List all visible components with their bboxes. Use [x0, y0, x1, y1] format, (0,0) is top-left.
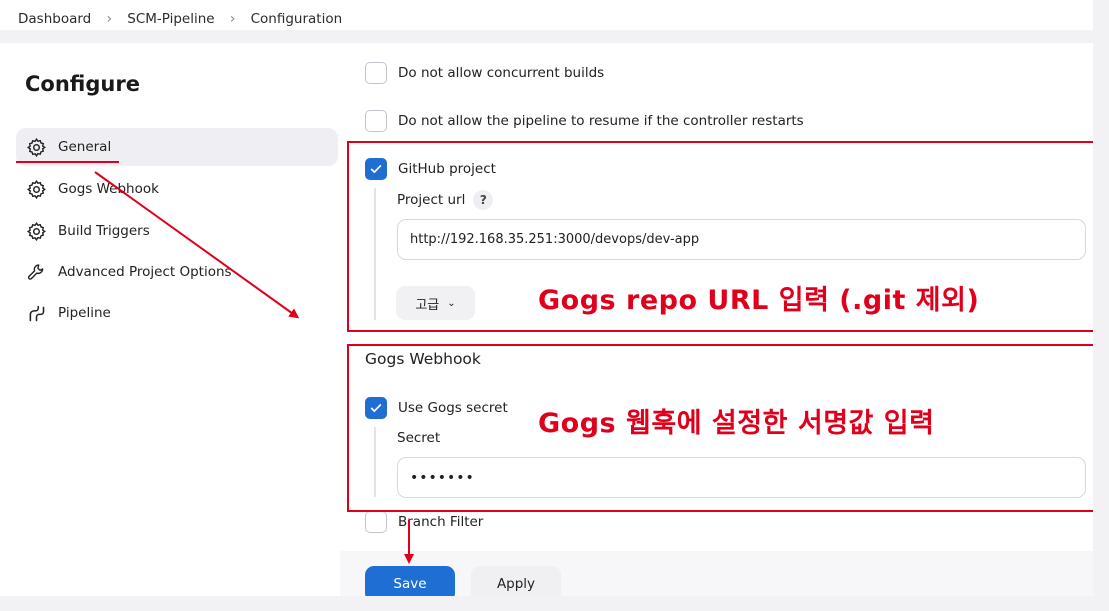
- pipeline-icon: [25, 302, 47, 324]
- header-divider: [0, 30, 1093, 43]
- breadcrumb-scm-pipeline[interactable]: SCM-Pipeline: [127, 11, 214, 27]
- apply-button[interactable]: Apply: [471, 566, 561, 596]
- breadcrumb-chevron-icon: ›: [229, 11, 236, 27]
- sidebar-item-label: Build Triggers: [58, 223, 150, 239]
- no-resume-checkbox[interactable]: [365, 110, 387, 132]
- sidebar-item-label: Advanced Project Options: [58, 264, 232, 280]
- sidebar-item-pipeline[interactable]: Pipeline: [16, 294, 338, 332]
- wrench-icon: [25, 261, 47, 283]
- breadcrumb-chevron-icon: ›: [106, 11, 113, 27]
- gear-icon: [25, 136, 47, 158]
- option-no-resume[interactable]: Do not allow the pipeline to resume if t…: [365, 110, 804, 132]
- option-label: Do not allow concurrent builds: [398, 65, 605, 81]
- option-branch-filter[interactable]: Branch Filter: [365, 511, 483, 533]
- sidebar-item-label: Gogs Webhook: [58, 181, 159, 197]
- no-concurrent-checkbox[interactable]: [365, 62, 387, 84]
- sidebar-item-build-triggers[interactable]: Build Triggers: [16, 212, 338, 250]
- page-title: Configure: [25, 72, 140, 96]
- annotation-secret-note: Gogs 웹훅에 설정한 서명값 입력: [538, 408, 935, 439]
- option-label: Branch Filter: [398, 514, 484, 530]
- annotation-url-note: Gogs repo URL 입력 (.git 제외): [538, 285, 980, 316]
- sidebar-item-advanced-project-options[interactable]: Advanced Project Options: [16, 253, 338, 291]
- option-label: Do not allow the pipeline to resume if t…: [398, 113, 804, 129]
- breadcrumb-dashboard[interactable]: Dashboard: [18, 11, 91, 27]
- sidebar-item-label: General: [58, 139, 112, 155]
- sidebar-item-general[interactable]: General: [16, 128, 338, 166]
- branch-filter-checkbox[interactable]: [365, 511, 387, 533]
- option-no-concurrent[interactable]: Do not allow concurrent builds: [365, 62, 604, 84]
- sidebar-item-label: Pipeline: [58, 305, 111, 321]
- gear-icon: [25, 220, 47, 242]
- jenkins-config-page: Dashboard › SCM-Pipeline › Configuration…: [0, 0, 1093, 596]
- save-button[interactable]: Save: [365, 566, 455, 596]
- sidebar-item-gogs-webhook[interactable]: Gogs Webhook: [16, 170, 338, 208]
- breadcrumb-configuration[interactable]: Configuration: [251, 11, 343, 27]
- gear-icon: [25, 178, 47, 200]
